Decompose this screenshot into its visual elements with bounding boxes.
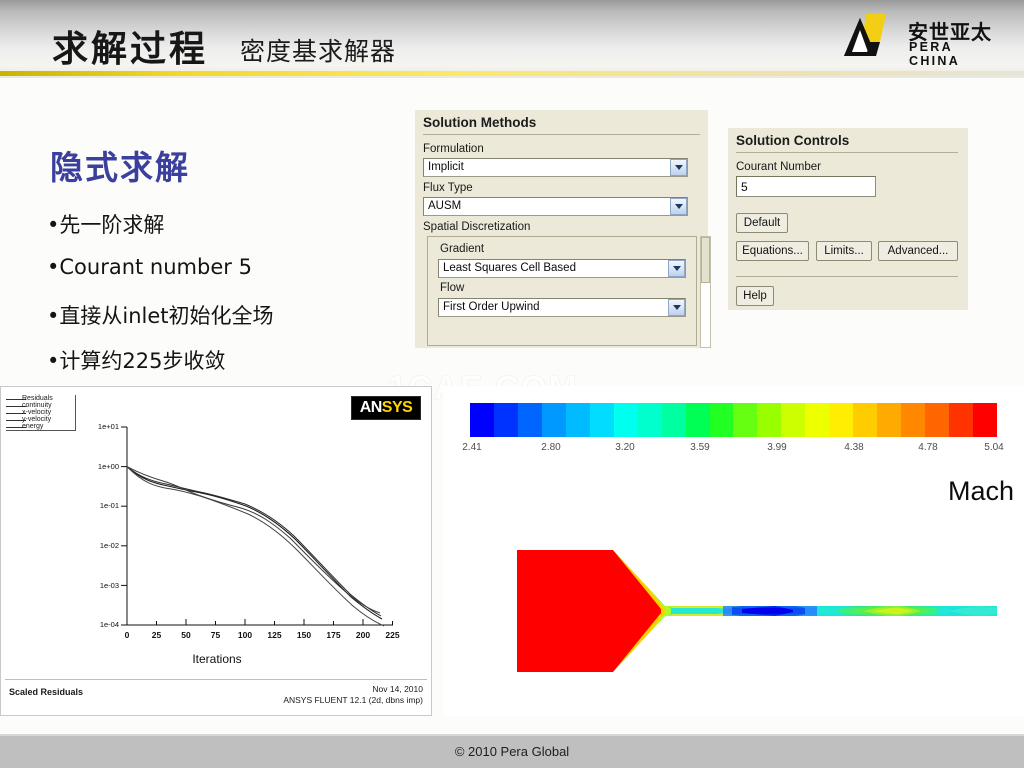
- scrollbar-thumb[interactable]: [701, 237, 710, 283]
- chevron-down-icon[interactable]: [670, 159, 687, 176]
- courant-number-label: Courant Number: [736, 161, 822, 173]
- help-button[interactable]: Help: [736, 286, 774, 306]
- footer-copyright: © 2010 Pera Global: [454, 744, 570, 759]
- colorbar-tick: 5.04: [984, 442, 1004, 453]
- solution-controls-title: Solution Controls: [736, 133, 850, 148]
- spatial-discretization-label: Spatial Discretization: [423, 221, 531, 233]
- limits-button[interactable]: Limits...: [816, 241, 872, 261]
- colorbar-tick: 2.80: [541, 442, 561, 453]
- x-tick-label: 150: [296, 630, 312, 640]
- x-tick-label: 125: [267, 630, 282, 640]
- solution-methods-title-rule: [423, 134, 700, 135]
- mach-contour-panel: 2.41 2.80 3.20 3.59 3.99 4.38 4.78 5.04 …: [443, 386, 1024, 716]
- colorbar-tick: 3.99: [767, 442, 787, 453]
- plot-footer-title: Scaled Residuals: [9, 687, 84, 697]
- residual-plot: Residuals continuity x-velocity y-veloci…: [0, 386, 432, 716]
- formulation-dropdown[interactable]: Implicit: [423, 158, 688, 177]
- x-tick-label: 25: [151, 630, 162, 640]
- y-tick-label: 1e-02: [99, 541, 119, 550]
- y-tick-label: 1e-03: [99, 581, 119, 590]
- x-tick-label: 200: [355, 630, 371, 640]
- flux-type-dropdown[interactable]: AUSM: [423, 197, 688, 216]
- pera-china-logo: 安世亚太 PERA CHINA: [840, 12, 1008, 68]
- chevron-down-icon[interactable]: [668, 299, 685, 316]
- bullet-item: •直接从inlet初始化全场: [47, 304, 274, 328]
- chevron-down-icon[interactable]: [668, 260, 685, 277]
- pera-logo-mark-icon: [844, 14, 886, 56]
- footer-site-watermark: 仿真在线 www.1CAE.com: [896, 728, 1016, 768]
- bullet-item: •先一阶求解: [47, 213, 165, 237]
- flux-type-value: AUSM: [428, 200, 462, 212]
- colorbar-tick: 4.78: [918, 442, 938, 453]
- plot-footer-version: ANSYS FLUENT 12.1 (2d, dbns imp): [283, 695, 423, 705]
- advanced-button[interactable]: Advanced...: [878, 241, 958, 261]
- gradient-dropdown[interactable]: Least Squares Cell Based: [438, 259, 686, 278]
- plot-footer-date: Nov 14, 2010: [372, 684, 423, 694]
- bullet-item: •Courant number 5: [47, 255, 252, 279]
- x-tick-label: 50: [181, 630, 191, 640]
- flux-type-label: Flux Type: [423, 182, 473, 194]
- solution-controls-title-rule: [736, 152, 958, 153]
- flow-label: Flow: [438, 282, 467, 294]
- logo-name-en: PERA CHINA: [909, 40, 961, 68]
- y-tick-label: 1e+01: [97, 422, 119, 431]
- x-tick-label: 175: [326, 630, 341, 640]
- solution-methods-panel: Solution Methods Formulation Implicit Fl…: [415, 110, 711, 348]
- equations-button[interactable]: Equations...: [736, 241, 809, 261]
- y-tick-label: 1e+00: [97, 462, 119, 471]
- slide-root: 求解过程 密度基求解器 安世亚太 PERA CHINA 隐式求解 •先一阶求解 …: [0, 0, 1024, 768]
- x-axis-label: Iterations: [192, 652, 242, 666]
- residual-plot-canvas: Residuals continuity x-velocity y-veloci…: [1, 387, 431, 715]
- spatial-discretization-group: Gradient Least Squares Cell Based Flow F…: [427, 236, 697, 346]
- x-tick-label: 225: [385, 630, 400, 640]
- x-tick-label: 100: [237, 630, 253, 640]
- mach-contour-image: [517, 550, 997, 672]
- courant-number-value: 5: [741, 180, 748, 194]
- colorbar-tick: 4.38: [844, 442, 864, 453]
- solution-controls-footer-rule: [736, 276, 958, 277]
- flow-dropdown[interactable]: First Order Upwind: [438, 298, 686, 317]
- y-tick-label: 1e-01: [99, 501, 119, 510]
- solution-controls-panel: Solution Controls Courant Number 5 Defau…: [728, 128, 968, 310]
- formulation-value: Implicit: [428, 161, 464, 173]
- x-tick-label: 0: [124, 630, 130, 640]
- slide-header: 求解过程 密度基求解器 安世亚太 PERA CHINA: [0, 0, 1024, 78]
- colorbar-tick: 2.41: [462, 442, 482, 453]
- gradient-value: Least Squares Cell Based: [443, 262, 576, 274]
- colorbar-tick: 3.59: [690, 442, 710, 453]
- flow-value: First Order Upwind: [443, 301, 540, 313]
- solution-methods-title: Solution Methods: [423, 115, 537, 130]
- mach-field-label: Mach: [947, 476, 1014, 506]
- default-button[interactable]: Default: [736, 213, 788, 233]
- bullet-item: •计算约225步收敛: [47, 349, 226, 373]
- page-title: 求解过程: [52, 29, 209, 70]
- solution-methods-scrollbar[interactable]: [700, 236, 711, 348]
- y-tick-label: 1e-04: [99, 620, 119, 629]
- page-subtitle: 密度基求解器: [240, 37, 397, 66]
- x-tick-label: 75: [210, 630, 221, 640]
- colorbar-tick: 3.20: [615, 442, 635, 453]
- chevron-down-icon[interactable]: [670, 198, 687, 215]
- gradient-label: Gradient: [438, 243, 487, 255]
- formulation-label: Formulation: [423, 143, 484, 155]
- mach-colorbar: [470, 403, 997, 437]
- section-heading: 隐式求解: [50, 148, 190, 187]
- plot-footer-divider: [5, 679, 427, 680]
- courant-number-input[interactable]: 5: [736, 176, 876, 197]
